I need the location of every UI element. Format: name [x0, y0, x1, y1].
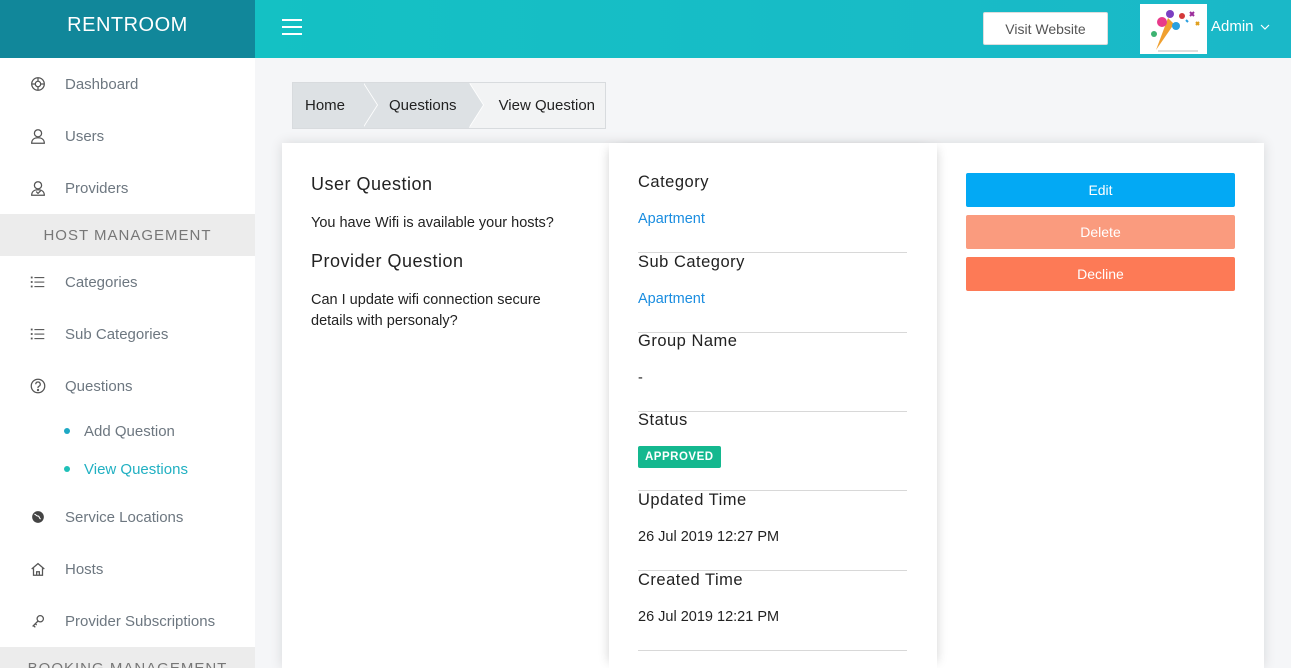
status-badge: APPROVED: [638, 446, 721, 468]
hamburger-menu-icon[interactable]: [282, 19, 302, 37]
actions-column: Edit Delete Decline: [937, 143, 1264, 668]
group-name-field: Group Name -: [638, 332, 907, 412]
brand-logo[interactable]: RENTROOM: [0, 0, 255, 58]
provider-icon: [28, 178, 48, 198]
decline-button[interactable]: Decline: [966, 257, 1235, 291]
dashboard-icon: [28, 74, 48, 94]
sidebar-item-label: Dashboard: [65, 75, 139, 93]
category-field: Category Apartment: [638, 173, 907, 253]
home-icon: [28, 559, 48, 579]
question-column: User Question You have Wifi is available…: [282, 143, 609, 668]
sub-category-field: Sub Category Apartment: [638, 253, 907, 333]
sidebar-item-label: Categories: [65, 273, 138, 291]
sidebar-item-users[interactable]: Users: [0, 110, 255, 162]
sidebar-item-label: Users: [65, 127, 105, 145]
status-field: Status APPROVED: [638, 411, 907, 491]
globe-icon: [28, 507, 48, 527]
user-question-title: User Question: [311, 174, 433, 194]
sidebar-subitem-add-question[interactable]: Add Question: [0, 412, 255, 450]
details-column: Category Apartment Sub Category Apartmen…: [609, 143, 937, 668]
top-bar: Visit Website Admin: [255, 0, 1291, 58]
sidebar-item-sub-categories[interactable]: Sub Categories: [0, 308, 255, 360]
updated-time-label: Updated Time: [638, 491, 747, 509]
user-icon: [28, 126, 48, 146]
chevron-down-icon: [1260, 24, 1269, 30]
sidebar-item-label: Sub Categories: [65, 325, 169, 343]
sidebar-item-providers[interactable]: Providers: [0, 162, 255, 214]
sidebar-item-label: Questions: [65, 377, 133, 395]
list-icon: [28, 324, 48, 344]
question-detail-card: User Question You have Wifi is available…: [282, 143, 1264, 668]
sidebar-item-service-locations[interactable]: Service Locations: [0, 491, 255, 543]
sidebar-item-dashboard[interactable]: Dashboard: [0, 58, 255, 110]
bullet-icon: [64, 466, 70, 472]
sub-category-label: Sub Category: [638, 253, 745, 271]
sidebar-item-provider-subscriptions[interactable]: Provider Subscriptions: [0, 595, 255, 647]
breadcrumb: Home Questions View Question: [292, 82, 607, 129]
group-name-value: -: [638, 370, 643, 386]
key-icon: [28, 611, 48, 631]
list-icon: [28, 272, 48, 292]
visit-website-button[interactable]: Visit Website: [983, 12, 1108, 45]
sidebar-subitem-label: Add Question: [84, 422, 175, 440]
group-name-label: Group Name: [638, 332, 738, 350]
updated-time-field: Updated Time 26 Jul 2019 12:27 PM: [638, 491, 907, 571]
updated-time-value: 26 Jul 2019 12:27 PM: [638, 529, 780, 545]
admin-menu[interactable]: Admin: [1211, 18, 1270, 35]
sub-category-link[interactable]: Apartment: [638, 291, 705, 307]
avatar[interactable]: [1140, 4, 1207, 54]
sidebar-item-label: Provider Subscriptions: [65, 612, 216, 630]
sidebar: RENTROOM Dashboard Users Providers HOST …: [0, 0, 255, 668]
breadcrumb-view-question: View Question: [498, 97, 596, 114]
created-time-field: Created Time 26 Jul 2019 12:21 PM: [638, 571, 907, 651]
section-booking-management: BOOKING MANAGEMENT: [0, 647, 255, 668]
breadcrumb-questions[interactable]: Questions: [363, 83, 484, 128]
delete-button[interactable]: Delete: [966, 215, 1235, 249]
category-label: Category: [638, 173, 709, 191]
provider-question-text: Can I update wifi connection secure deta…: [311, 292, 541, 329]
created-time-label: Created Time: [638, 571, 744, 589]
sidebar-subitem-view-questions[interactable]: View Questions: [0, 450, 255, 488]
status-label: Status: [638, 411, 688, 429]
section-host-management: HOST MANAGEMENT: [0, 214, 255, 256]
sidebar-item-categories[interactable]: Categories: [0, 256, 255, 308]
category-link[interactable]: Apartment: [638, 211, 705, 227]
sidebar-subitem-label: View Questions: [84, 460, 188, 478]
provider-question-title: Provider Question: [311, 251, 464, 271]
sidebar-item-label: Service Locations: [65, 508, 184, 526]
sidebar-item-questions[interactable]: Questions: [0, 360, 255, 412]
created-time-value: 26 Jul 2019 12:21 PM: [638, 609, 780, 625]
breadcrumb-home[interactable]: Home: [293, 83, 379, 128]
sidebar-item-label: Hosts: [65, 560, 104, 578]
sidebar-item-hosts[interactable]: Hosts: [0, 543, 255, 595]
user-question-text: You have Wifi is available your hosts?: [311, 215, 554, 231]
sidebar-item-label: Providers: [65, 179, 129, 197]
edit-button[interactable]: Edit: [966, 173, 1235, 207]
admin-label: Admin: [1211, 18, 1254, 35]
question-icon: [28, 376, 48, 396]
bullet-icon: [64, 428, 70, 434]
